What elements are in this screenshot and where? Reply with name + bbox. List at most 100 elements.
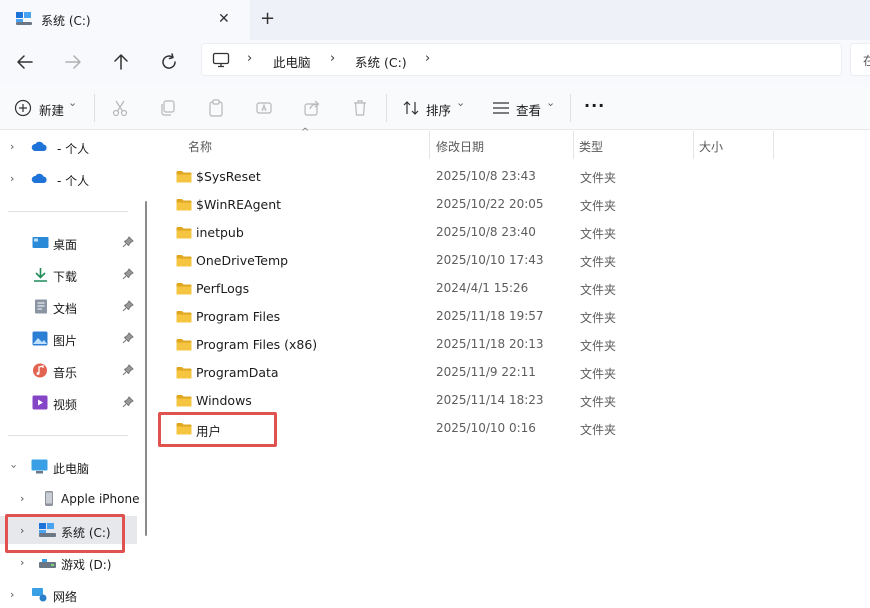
sidebar-item-desktop[interactable]: 桌面 <box>0 228 140 256</box>
file-type: 文件夹 <box>580 199 617 213</box>
chevron-down-icon: ⌄ <box>68 96 78 109</box>
folder-icon <box>176 395 192 407</box>
file-row[interactable]: $WinREAgent 2025/10/22 20:05 文件夹 <box>155 190 870 218</box>
sidebar-item-this-pc[interactable]: › 此电脑 <box>0 452 140 480</box>
file-name: inetpub <box>196 225 244 240</box>
chevron-right-icon[interactable]: › <box>10 172 14 185</box>
file-row[interactable]: 用户 2025/10/10 0:16 文件夹 <box>155 414 870 442</box>
view-lines-icon <box>493 102 509 114</box>
sidebar-item-label: - 个人 <box>57 142 90 156</box>
file-type: 文件夹 <box>580 395 617 409</box>
pin-icon <box>122 332 134 344</box>
up-arrow-icon[interactable] <box>109 50 133 74</box>
sidebar-item-drive-d[interactable]: › 游戏 (D:) <box>0 548 140 576</box>
download-icon <box>34 268 47 282</box>
file-row[interactable]: Windows 2025/11/14 18:23 文件夹 <box>155 386 870 414</box>
column-header-label: 名称 <box>188 140 213 154</box>
file-row[interactable]: $SysReset 2025/10/8 23:43 文件夹 <box>155 162 870 190</box>
sidebar-divider <box>8 211 128 212</box>
refresh-icon[interactable] <box>157 50 181 74</box>
onedrive-cloud-icon <box>31 141 47 151</box>
file-row[interactable]: OneDriveTemp 2025/10/10 17:43 文件夹 <box>155 246 870 274</box>
view-button[interactable]: 查看 ⌄ <box>492 96 558 118</box>
sidebar-item-label: 系统 (C:) <box>61 526 111 540</box>
chevron-down-icon: ⌄ <box>456 96 466 109</box>
column-divider[interactable] <box>773 131 774 159</box>
column-header-type[interactable]: 类型 <box>574 131 693 159</box>
sidebar-item-onedrive[interactable]: › - 个人 <box>0 164 140 192</box>
breadcrumb-separator[interactable]: › <box>247 51 252 66</box>
breadcrumb-drive-c[interactable]: 系统 (C:) <box>355 52 407 71</box>
sort-button[interactable]: 排序 ⌄ <box>402 96 468 118</box>
column-header-label: 大小 <box>699 140 724 154</box>
tab-drive-c[interactable]: 系统 (C:) ✕ <box>0 0 250 40</box>
breadcrumb-separator[interactable]: › <box>330 51 335 66</box>
file-name: Program Files (x86) <box>196 337 318 352</box>
file-type: 文件夹 <box>580 367 617 381</box>
sidebar-item-downloads[interactable]: 下载 <box>0 260 140 288</box>
sidebar-item-music[interactable]: 音乐 <box>0 356 140 384</box>
sidebar-item-apple-iphone[interactable]: › Apple iPhone <box>0 484 140 512</box>
monitor-icon[interactable] <box>212 52 230 68</box>
file-row[interactable]: inetpub 2025/10/8 23:40 文件夹 <box>155 218 870 246</box>
chevron-right-icon[interactable]: › <box>20 556 24 569</box>
sidebar-item-label: 下载 <box>53 270 78 284</box>
sidebar-item-onedrive[interactable]: › - 个人 <box>0 132 140 160</box>
file-row[interactable]: ProgramData 2025/11/9 22:11 文件夹 <box>155 358 870 386</box>
file-type: 文件夹 <box>580 171 617 185</box>
paste-icon[interactable] <box>206 98 226 118</box>
view-label: 查看 <box>516 103 542 118</box>
sidebar-item-label: 网络 <box>53 590 78 604</box>
cut-icon[interactable] <box>110 98 130 118</box>
back-arrow-icon[interactable] <box>13 50 37 74</box>
video-icon <box>32 395 48 410</box>
column-header-size[interactable]: 大小 <box>694 131 774 159</box>
sidebar-item-videos[interactable]: 视频 <box>0 388 140 416</box>
address-bar[interactable]: › 此电脑 › 系统 (C:) › <box>201 43 842 76</box>
new-button[interactable]: 新建 ⌄ <box>14 96 84 118</box>
sidebar-item-pictures[interactable]: 图片 <box>0 324 140 352</box>
file-modified-date: 2025/10/10 17:43 <box>436 253 544 267</box>
more-options-button[interactable]: ··· <box>584 96 605 116</box>
toolbar-divider <box>570 94 571 122</box>
sidebar-item-label: 视频 <box>53 398 78 412</box>
chevron-right-icon[interactable]: › <box>20 492 24 505</box>
chevron-right-icon[interactable]: › <box>10 140 14 153</box>
close-tab-button[interactable]: ✕ <box>218 11 230 27</box>
pin-icon <box>122 268 134 280</box>
share-icon[interactable] <box>302 98 322 118</box>
file-row[interactable]: Program Files (x86) 2025/11/18 20:13 文件夹 <box>155 330 870 358</box>
sidebar-scrollbar[interactable] <box>145 201 147 536</box>
chevron-down-icon[interactable]: › <box>8 464 21 468</box>
delete-icon[interactable] <box>350 98 370 118</box>
sidebar-item-network[interactable]: › 网络 <box>0 580 140 608</box>
drive-d-icon <box>39 559 56 568</box>
column-header-date[interactable]: 修改日期 <box>430 131 574 159</box>
new-tab-button[interactable]: + <box>260 8 275 30</box>
onedrive-cloud-icon <box>31 173 47 183</box>
forward-arrow-icon[interactable] <box>61 50 85 74</box>
copy-icon[interactable] <box>158 98 178 118</box>
sidebar-item-label: 桌面 <box>53 238 78 252</box>
breadcrumb-separator[interactable]: › <box>425 51 430 66</box>
file-name: 用户 <box>196 424 222 439</box>
file-modified-date: 2025/11/18 19:57 <box>436 309 544 323</box>
column-header-label: 修改日期 <box>436 140 485 154</box>
sidebar-item-documents[interactable]: 文档 <box>0 292 140 320</box>
new-label: 新建 <box>39 103 65 118</box>
sidebar-item-label: 游戏 (D:) <box>61 558 112 572</box>
column-header-name[interactable]: 名称 <box>155 131 430 159</box>
breadcrumb-this-pc[interactable]: 此电脑 <box>273 52 311 71</box>
rename-icon[interactable] <box>254 98 274 118</box>
chevron-right-icon[interactable]: › <box>20 524 24 537</box>
file-row[interactable]: PerfLogs 2024/4/1 15:26 文件夹 <box>155 274 870 302</box>
sidebar-item-drive-c[interactable]: › 系统 (C:) <box>0 516 137 544</box>
file-type: 文件夹 <box>580 283 617 297</box>
search-box[interactable]: 在 <box>850 43 870 76</box>
folder-icon <box>176 227 192 239</box>
sidebar-divider <box>8 435 128 436</box>
file-name: Windows <box>196 393 252 408</box>
file-row[interactable]: Program Files 2025/11/18 19:57 文件夹 <box>155 302 870 330</box>
chevron-right-icon[interactable]: › <box>10 588 14 601</box>
sort-arrows-icon <box>403 101 419 115</box>
